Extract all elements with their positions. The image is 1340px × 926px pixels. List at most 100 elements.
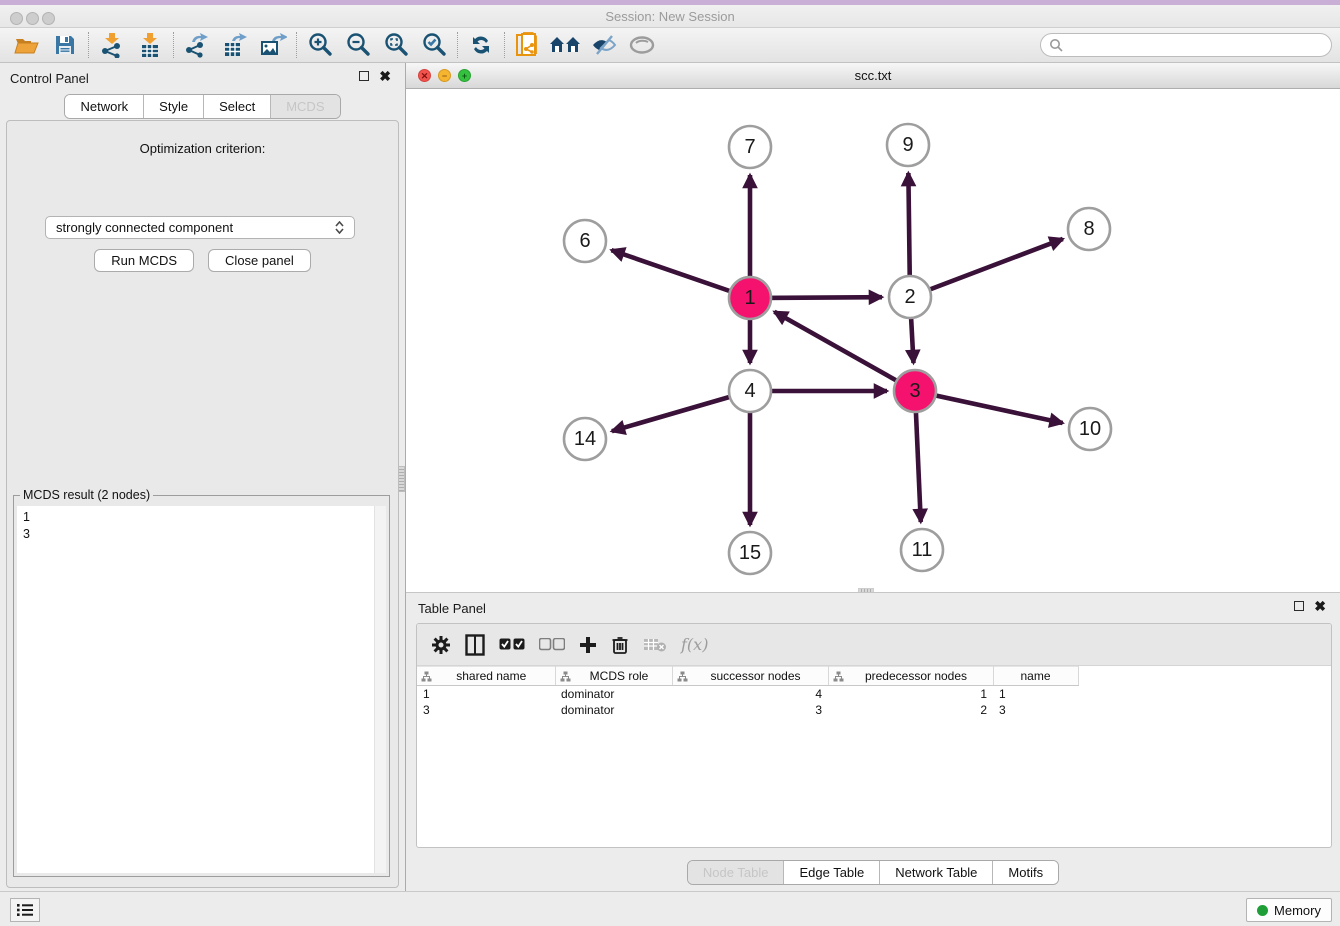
mcds-result-textarea[interactable]: 1 3 bbox=[17, 506, 386, 873]
node-1[interactable]: 1 bbox=[729, 277, 771, 319]
node-label: 8 bbox=[1083, 218, 1094, 240]
node-label: 14 bbox=[574, 428, 596, 450]
export-image-button[interactable] bbox=[254, 30, 292, 60]
add-column-button[interactable] bbox=[579, 636, 597, 654]
node-11[interactable]: 11 bbox=[901, 529, 943, 571]
node-2[interactable]: 2 bbox=[889, 276, 931, 318]
function-builder-button[interactable]: f(x) bbox=[681, 635, 708, 654]
clone-network-button[interactable] bbox=[509, 30, 547, 60]
tab-edge-table[interactable]: Edge Table bbox=[784, 861, 880, 884]
plus-icon bbox=[579, 636, 597, 654]
edge-3-1[interactable] bbox=[774, 312, 915, 391]
zoom-selected-icon bbox=[421, 32, 447, 58]
cell-shared-name[interactable]: 1 bbox=[417, 686, 555, 702]
panel-divider-grip[interactable] bbox=[398, 466, 405, 492]
column-header-successor-nodes[interactable]: successor nodes bbox=[672, 667, 828, 686]
zoom-fit-button[interactable] bbox=[377, 30, 415, 60]
tab-network[interactable]: Network bbox=[65, 95, 144, 118]
column-header-shared-name[interactable]: shared name bbox=[417, 667, 555, 686]
edge-2-8[interactable] bbox=[910, 239, 1063, 297]
show-columns-button[interactable] bbox=[465, 634, 485, 656]
toolbar-separator bbox=[173, 32, 174, 58]
refresh-button[interactable] bbox=[462, 30, 500, 60]
float-panel-icon[interactable] bbox=[359, 71, 369, 81]
import-table-button[interactable] bbox=[131, 30, 169, 60]
column-header-mcds-role[interactable]: MCDS role bbox=[555, 667, 672, 686]
network-canvas[interactable]: 7 9 6 8 1 2 4 3 14 10 15 11 bbox=[406, 89, 1340, 592]
cell-predecessor-nodes[interactable]: 2 bbox=[828, 702, 993, 718]
cell-successor-nodes[interactable]: 3 bbox=[672, 702, 828, 718]
node-7[interactable]: 7 bbox=[729, 126, 771, 168]
export-table-button[interactable] bbox=[216, 30, 254, 60]
node-14[interactable]: 14 bbox=[564, 418, 606, 460]
tab-node-table[interactable]: Node Table bbox=[688, 861, 785, 884]
mcds-panel: Optimization criterion: strongly connect… bbox=[6, 120, 399, 888]
toggle-view-button[interactable] bbox=[623, 30, 661, 60]
tab-motifs[interactable]: Motifs bbox=[993, 861, 1058, 884]
toolbar-separator bbox=[296, 32, 297, 58]
run-mcds-button[interactable]: Run MCDS bbox=[94, 249, 194, 272]
mcds-result-scrollbar[interactable] bbox=[374, 506, 386, 873]
table-panel-header: Table Panel ✖ bbox=[406, 593, 1340, 623]
table-row[interactable]: 1dominator411 bbox=[417, 686, 1078, 702]
unselect-all-columns-button[interactable] bbox=[539, 638, 565, 651]
cell-name[interactable]: 1 bbox=[993, 686, 1078, 702]
search-box[interactable] bbox=[1040, 33, 1332, 57]
column-header-predecessor-nodes[interactable]: predecessor nodes bbox=[828, 667, 993, 686]
show-hide-details-button[interactable] bbox=[585, 30, 623, 60]
task-history-button[interactable] bbox=[10, 898, 40, 922]
close-panel-button[interactable]: Close panel bbox=[208, 249, 311, 272]
float-table-panel-icon[interactable] bbox=[1294, 601, 1304, 611]
node-8[interactable]: 8 bbox=[1068, 208, 1110, 250]
node-10[interactable]: 10 bbox=[1069, 408, 1111, 450]
table-settings-button[interactable] bbox=[431, 635, 451, 655]
status-bar: Memory bbox=[0, 891, 1340, 926]
edge-3-10[interactable] bbox=[915, 391, 1063, 423]
memory-button[interactable]: Memory bbox=[1246, 898, 1332, 922]
export-network-button[interactable] bbox=[178, 30, 216, 60]
node-label: 3 bbox=[909, 380, 920, 402]
tab-style[interactable]: Style bbox=[144, 95, 204, 118]
zoom-in-button[interactable] bbox=[301, 30, 339, 60]
node-9[interactable]: 9 bbox=[887, 124, 929, 166]
first-neighbors-button[interactable] bbox=[547, 30, 585, 60]
node-3[interactable]: 3 bbox=[894, 370, 936, 412]
zoom-out-button[interactable] bbox=[339, 30, 377, 60]
column-type-icon bbox=[833, 671, 844, 682]
open-session-button[interactable] bbox=[8, 30, 46, 60]
cell-name[interactable]: 3 bbox=[993, 702, 1078, 718]
houses-icon bbox=[549, 34, 583, 56]
cell-mcds-role[interactable]: dominator bbox=[555, 702, 672, 718]
zoom-in-icon bbox=[307, 32, 333, 58]
app-titlebar: Session: New Session bbox=[0, 5, 1340, 28]
zoom-out-icon bbox=[345, 32, 371, 58]
node-4[interactable]: 4 bbox=[729, 370, 771, 412]
save-session-button[interactable] bbox=[46, 30, 84, 60]
column-header-name[interactable]: name bbox=[993, 667, 1078, 686]
import-network-button[interactable] bbox=[93, 30, 131, 60]
table-row[interactable]: 3dominator323 bbox=[417, 702, 1078, 718]
optimization-criterion-select[interactable]: strongly connected component bbox=[45, 216, 355, 239]
import-table-icon bbox=[138, 32, 162, 58]
tab-select[interactable]: Select bbox=[204, 95, 271, 118]
tab-network-table[interactable]: Network Table bbox=[880, 861, 993, 884]
cell-predecessor-nodes[interactable]: 1 bbox=[828, 686, 993, 702]
close-table-panel-icon[interactable]: ✖ bbox=[1314, 601, 1326, 611]
cell-successor-nodes[interactable]: 4 bbox=[672, 686, 828, 702]
tab-mcds[interactable]: MCDS bbox=[271, 95, 339, 118]
cell-shared-name[interactable]: 3 bbox=[417, 702, 555, 718]
checked-boxes-icon bbox=[499, 638, 525, 651]
node-6[interactable]: 6 bbox=[564, 220, 606, 262]
node-label: 10 bbox=[1079, 418, 1101, 440]
zoom-selected-button[interactable] bbox=[415, 30, 453, 60]
search-input[interactable] bbox=[1063, 38, 1323, 52]
delete-columns-button[interactable] bbox=[611, 635, 629, 655]
memory-label: Memory bbox=[1274, 903, 1321, 918]
cell-mcds-role[interactable]: dominator bbox=[555, 686, 672, 702]
network-window-titlebar[interactable]: ✕ − + scc.txt bbox=[406, 63, 1340, 89]
delete-table-button[interactable] bbox=[643, 637, 667, 653]
select-all-columns-button[interactable] bbox=[499, 638, 525, 651]
close-panel-icon[interactable]: ✖ bbox=[379, 71, 391, 81]
import-network-icon bbox=[100, 32, 124, 58]
node-15[interactable]: 15 bbox=[729, 532, 771, 574]
